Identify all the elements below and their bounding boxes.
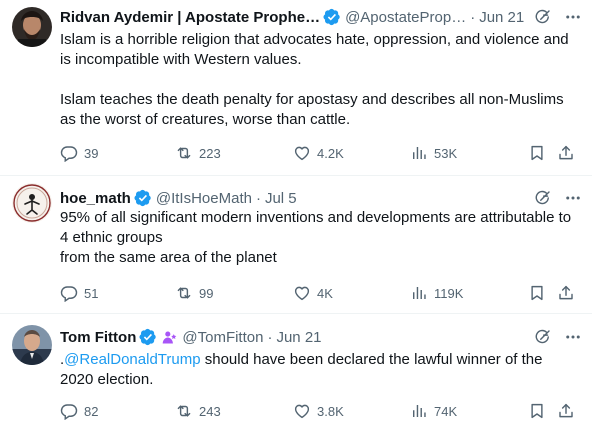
repost-icon [175, 284, 193, 302]
like-button[interactable]: 3.8K [293, 400, 344, 422]
reply-count: 51 [84, 285, 99, 301]
share-icon [557, 144, 575, 162]
tweet[interactable]: Ridvan Aydemir | Apostate Prophe… @Apost… [0, 0, 592, 176]
avatar[interactable] [12, 183, 52, 223]
like-icon [293, 284, 311, 302]
like-count: 4.2K [317, 145, 344, 161]
views-button[interactable]: 53K [410, 142, 457, 164]
grok-icon[interactable] [534, 189, 552, 207]
reply-button[interactable]: 51 [60, 282, 98, 304]
repost-icon [175, 402, 193, 420]
like-count: 3.8K [317, 403, 344, 419]
reply-icon [60, 144, 78, 162]
views-button[interactable]: 119K [410, 282, 463, 304]
grok-icon[interactable] [534, 8, 552, 26]
like-icon [293, 402, 311, 420]
timestamp[interactable]: Jul 5 [265, 190, 297, 207]
repost-button[interactable]: 243 [175, 400, 221, 422]
more-icon[interactable] [564, 8, 582, 26]
display-name[interactable]: Ridvan Aydemir | Apostate Prophe… [60, 9, 320, 26]
bookmark-button[interactable] [528, 142, 546, 164]
tweet-text: Islam is a horrible religion that advoca… [60, 31, 569, 128]
bookmark-button[interactable] [528, 400, 546, 422]
separator-dot: · [470, 8, 476, 26]
reply-icon [60, 284, 78, 302]
repost-count: 243 [199, 403, 221, 419]
separator-dot: · [267, 328, 273, 346]
tweet-text: 95% of all significant modern inventions… [60, 209, 572, 266]
reply-count: 39 [84, 145, 99, 161]
tweet[interactable]: hoe_math @ItIsHoeMath · Jul 5 95% of all… [0, 176, 592, 314]
bookmark-icon [528, 284, 546, 302]
tweet-header: Ridvan Aydemir | Apostate Prophe… @Apost… [60, 6, 582, 28]
like-button[interactable]: 4K [293, 282, 333, 304]
views-button[interactable]: 74K [410, 400, 457, 422]
timeline-feed: Ridvan Aydemir | Apostate Prophe… @Apost… [0, 0, 592, 436]
like-button[interactable]: 4.2K [293, 142, 344, 164]
username[interactable]: @ItIsHoeMath [156, 190, 252, 207]
header-actions [534, 328, 582, 346]
share-button[interactable] [557, 282, 575, 304]
header-actions [534, 189, 582, 207]
grok-icon[interactable] [534, 328, 552, 346]
reply-button[interactable]: 82 [60, 400, 98, 422]
tweet-header: hoe_math @ItIsHoeMath · Jul 5 [60, 187, 582, 209]
views-count: 53K [434, 145, 458, 161]
avatar[interactable] [12, 7, 52, 47]
bookmark-icon [528, 144, 546, 162]
header-actions [534, 8, 582, 26]
username[interactable]: @ApostateProp… [345, 9, 466, 26]
repost-icon [175, 144, 193, 162]
username[interactable]: @TomFitton [182, 329, 263, 346]
reply-count: 82 [84, 403, 99, 419]
display-name[interactable]: Tom Fitton [60, 329, 136, 346]
tweet-actions: 39 223 4.2K 53K [60, 142, 582, 164]
views-count: 74K [434, 403, 458, 419]
share-icon [557, 284, 575, 302]
views-icon [410, 144, 428, 162]
affiliate-badge-icon [163, 331, 177, 343]
avatar[interactable] [12, 325, 52, 365]
share-button[interactable] [557, 400, 575, 422]
tweet-actions: 82 243 3.8K 74K [60, 400, 582, 422]
verified-badge-icon [323, 8, 341, 26]
bookmark-icon [528, 402, 546, 420]
repost-count: 99 [199, 285, 214, 301]
like-count: 4K [317, 285, 333, 301]
views-icon [410, 284, 428, 302]
views-count: 119K [434, 285, 464, 301]
views-icon [410, 402, 428, 420]
repost-count: 223 [199, 145, 221, 161]
verified-badge-icon [134, 189, 152, 207]
timestamp[interactable]: Jun 21 [479, 9, 524, 26]
share-icon [557, 402, 575, 420]
repost-button[interactable]: 99 [175, 282, 213, 304]
share-button[interactable] [557, 142, 575, 164]
reply-icon [60, 402, 78, 420]
tweet-actions: 51 99 4K 119K [60, 282, 582, 304]
separator-dot: · [255, 189, 261, 207]
mention-link[interactable]: @RealDonaldTrump [64, 351, 200, 368]
verified-badge-icon [139, 328, 157, 346]
more-icon[interactable] [564, 328, 582, 346]
display-name[interactable]: hoe_math [60, 190, 131, 207]
reply-button[interactable]: 39 [60, 142, 98, 164]
tweet[interactable]: Tom Fitton @TomFitton · Jun 21 .@RealDon… [0, 314, 592, 436]
like-icon [293, 144, 311, 162]
tweet-text: .@RealDonaldTrump should have been decla… [60, 350, 578, 390]
bookmark-button[interactable] [528, 282, 546, 304]
repost-button[interactable]: 223 [175, 142, 221, 164]
timestamp[interactable]: Jun 21 [276, 329, 321, 346]
more-icon[interactable] [564, 189, 582, 207]
tweet-header: Tom Fitton @TomFitton · Jun 21 [60, 326, 582, 348]
